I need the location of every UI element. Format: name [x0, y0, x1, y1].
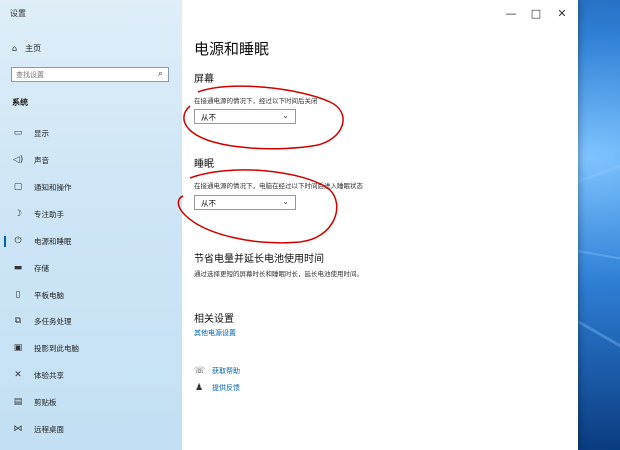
- sidebar-item-label: 存储: [34, 263, 49, 273]
- sidebar-item-label: 远程桌面: [34, 424, 64, 434]
- monitor-icon: ▭: [13, 128, 23, 138]
- sidebar-item-label: 专注助手: [34, 209, 64, 219]
- sidebar: ⌂ 主页 查找设置 ⌕ 系统 ▭ 显示 ◁) 声音 ▢ 通知和操作 ☽ 专注助手…: [0, 0, 182, 450]
- sidebar-item-label: 剪贴板: [34, 397, 57, 407]
- sidebar-item-display[interactable]: ▭ 显示: [0, 124, 182, 142]
- sidebar-item-label: 声音: [34, 155, 49, 165]
- sidebar-item-label: 体验共享: [34, 370, 64, 380]
- screen-timeout-dropdown[interactable]: 从不 ⌄: [194, 109, 296, 124]
- home-icon: ⌂: [12, 44, 18, 53]
- settings-window: ⌂ 主页 查找设置 ⌕ 系统 ▭ 显示 ◁) 声音 ▢ 通知和操作 ☽ 专注助手…: [0, 0, 578, 450]
- screen-heading: 屏幕: [194, 74, 214, 85]
- search-input[interactable]: 查找设置 ⌕: [11, 67, 169, 82]
- sleep-timeout-dropdown[interactable]: 从不 ⌄: [194, 195, 296, 210]
- other-power-settings-link[interactable]: 其他电源设置: [194, 328, 236, 338]
- main-content: 电源和睡眠 屏幕 在接通电源的情况下，经过以下时间后关闭 从不 ⌄ 睡眠 在接通…: [182, 0, 578, 450]
- screen-timeout-value: 从不: [201, 113, 216, 122]
- sidebar-item-remote-desktop[interactable]: ⋈ 远程桌面: [0, 420, 182, 438]
- get-help-label: 获取帮助: [212, 367, 240, 375]
- search-icon[interactable]: ⌕: [158, 69, 163, 79]
- battery-heading: 节省电量并延长电池使用时间: [194, 254, 324, 265]
- storage-icon: ▬: [13, 263, 23, 273]
- sidebar-item-label: 通知和操作: [34, 182, 72, 192]
- chevron-down-icon: ⌄: [282, 111, 289, 120]
- sidebar-item-storage[interactable]: ▬ 存储: [0, 259, 182, 277]
- share-icon: ✕: [14, 370, 22, 380]
- home-link[interactable]: ⌂ 主页: [12, 43, 41, 54]
- remote-icon: ⋈: [13, 424, 23, 434]
- sidebar-item-projecting[interactable]: ▣ 投影到此电脑: [0, 339, 182, 357]
- sidebar-item-sound[interactable]: ◁) 声音: [0, 151, 182, 169]
- chevron-down-icon: ⌄: [282, 197, 289, 206]
- home-label: 主页: [25, 44, 42, 53]
- sidebar-item-tablet[interactable]: ▯ 平板电脑: [0, 286, 182, 304]
- get-help-link[interactable]: ☏ 获取帮助: [194, 366, 240, 376]
- sidebar-item-focus-assist[interactable]: ☽ 专注助手: [0, 205, 182, 223]
- sidebar-item-label: 电源和睡眠: [34, 236, 72, 246]
- projector-icon: ▣: [13, 343, 23, 353]
- sidebar-item-label: 显示: [34, 128, 49, 138]
- feedback-link[interactable]: ♟ 提供反馈: [194, 383, 240, 393]
- notification-icon: ▢: [13, 182, 23, 192]
- power-icon: ⏻: [14, 236, 22, 246]
- moon-icon: ☽: [13, 209, 23, 219]
- sidebar-item-label: 多任务处理: [34, 316, 72, 326]
- section-label: 系统: [12, 98, 28, 107]
- sidebar-item-label: 投影到此电脑: [34, 343, 79, 353]
- sidebar-item-notifications[interactable]: ▢ 通知和操作: [0, 178, 182, 196]
- sleep-timeout-value: 从不: [201, 199, 216, 208]
- speaker-icon: ◁): [12, 155, 24, 165]
- feedback-label: 提供反馈: [212, 384, 240, 392]
- clipboard-icon: ▤: [13, 397, 23, 407]
- sleep-description: 在接通电源的情况下，电脑在经过以下时间后进入睡眠状态: [194, 182, 363, 190]
- search-placeholder: 查找设置: [16, 71, 44, 79]
- sidebar-item-shared-experiences[interactable]: ✕ 体验共享: [0, 366, 182, 384]
- related-settings-heading: 相关设置: [194, 314, 234, 325]
- battery-description: 通过选择更短的屏幕时长和睡眠时长，延长电池使用时间。: [194, 270, 363, 278]
- sidebar-item-multitasking[interactable]: ⧉ 多任务处理: [0, 312, 182, 330]
- sidebar-item-clipboard[interactable]: ▤ 剪贴板: [0, 393, 182, 411]
- help-chat-icon: ☏: [194, 366, 206, 376]
- window-title: 设置: [10, 9, 26, 18]
- page-title: 电源和睡眠: [194, 40, 270, 58]
- tablet-icon: ▯: [15, 290, 21, 300]
- sleep-heading: 睡眠: [194, 159, 214, 170]
- sidebar-item-label: 平板电脑: [34, 290, 64, 300]
- person-icon: ♟: [194, 383, 204, 393]
- sidebar-item-power-sleep[interactable]: ⏻ 电源和睡眠: [0, 232, 182, 250]
- screen-description: 在接通电源的情况下，经过以下时间后关闭: [194, 97, 318, 105]
- multitask-icon: ⧉: [14, 316, 22, 326]
